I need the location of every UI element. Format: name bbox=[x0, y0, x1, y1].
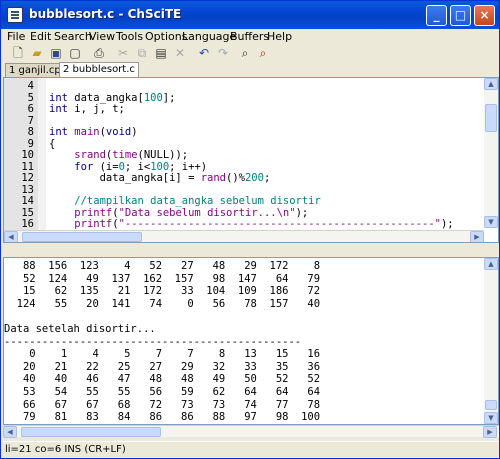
close-window-button[interactable]: × bbox=[474, 5, 495, 26]
editor-horizontal-scrollbar[interactable]: ◀ ▶ bbox=[4, 230, 484, 242]
undo-icon[interactable]: ↶ bbox=[195, 45, 213, 62]
open-folder-icon[interactable]: ▰ bbox=[28, 45, 46, 62]
scroll-down-arrow[interactable]: ▼ bbox=[484, 412, 498, 424]
output-line: 53 54 55 55 56 59 62 64 64 64 bbox=[4, 386, 321, 398]
output-line: Data setelah disortir... bbox=[4, 323, 156, 335]
output-hscroll-thumb[interactable] bbox=[21, 427, 161, 437]
menu-view[interactable]: View bbox=[89, 30, 115, 43]
toolbar: 🗋 ▰ ▣ ▢ ⎙ ✂ ⧉ ▤ ✕ ↶ ↷ ⌕ ⌕ bbox=[1, 45, 499, 63]
editor-vertical-scrollbar[interactable]: ▲ ▼ bbox=[484, 78, 498, 228]
menu-file[interactable]: File bbox=[7, 30, 25, 43]
scroll-right-arrow[interactable]: ▶ bbox=[483, 426, 497, 438]
output-vertical-scrollbar[interactable]: ▲ ▼ bbox=[484, 258, 498, 424]
maximize-button[interactable]: □ bbox=[450, 5, 471, 26]
scroll-up-arrow[interactable]: ▲ bbox=[484, 78, 498, 90]
app-window: bubblesort.c - ChSciTE _ □ × File Edit S… bbox=[0, 0, 500, 459]
scroll-left-arrow[interactable]: ◀ bbox=[4, 231, 18, 242]
output-line: 52 124 49 137 162 157 98 147 64 79 bbox=[4, 272, 321, 285]
output-line: ----------------------------------------… bbox=[4, 335, 302, 348]
scroll-down-arrow[interactable]: ▼ bbox=[484, 216, 498, 228]
menu-bar: File Edit Search View Tools Options Lang… bbox=[1, 29, 499, 45]
minimize-button[interactable]: _ bbox=[426, 5, 447, 26]
new-file-icon[interactable]: 🗋 bbox=[9, 45, 27, 62]
editor-scroll-thumb[interactable] bbox=[485, 104, 497, 132]
redo-icon[interactable]: ↷ bbox=[214, 45, 232, 62]
output-pane[interactable]: 88 156 123 4 52 27 48 29 172 8 52 124 49… bbox=[3, 257, 499, 425]
print-icon[interactable]: ⎙ bbox=[90, 45, 108, 62]
output-line: 88 156 123 4 52 27 48 29 172 8 bbox=[4, 260, 321, 272]
cut-icon[interactable]: ✂ bbox=[114, 45, 132, 62]
menu-tools[interactable]: Tools bbox=[116, 30, 143, 43]
status-text: li=21 co=6 INS (CR+LF) bbox=[5, 444, 126, 455]
output-line: 79 81 83 84 86 86 88 97 98 100 bbox=[4, 411, 321, 424]
title-bar[interactable]: bubblesort.c - ChSciTE _ □ × bbox=[1, 1, 499, 29]
output-line: 20 21 22 25 27 29 32 33 35 36 bbox=[4, 360, 321, 373]
save-icon[interactable]: ▣ bbox=[47, 45, 65, 62]
scroll-right-arrow[interactable]: ▶ bbox=[470, 231, 484, 242]
output-line: 0 1 4 5 7 7 8 13 15 16 bbox=[4, 348, 321, 361]
buffer-tabs: 1 ganjil.cpp 2 bubblesort.c bbox=[1, 62, 499, 77]
output-line: 66 67 67 68 72 73 73 74 77 78 bbox=[4, 398, 321, 411]
window-title: bubblesort.c - ChSciTE bbox=[29, 7, 182, 21]
output-line: 40 40 46 47 48 48 49 50 52 52 bbox=[4, 373, 321, 386]
scroll-up-arrow[interactable]: ▲ bbox=[484, 258, 498, 270]
scroll-left-arrow[interactable]: ◀ bbox=[3, 426, 17, 438]
output-scroll-thumb[interactable] bbox=[485, 400, 497, 410]
menu-search[interactable]: Search bbox=[54, 30, 92, 43]
replace-icon[interactable]: ⌕ bbox=[254, 45, 272, 62]
paste-icon[interactable]: ▤ bbox=[152, 45, 170, 62]
tab-bubblesort[interactable]: 2 bubblesort.c bbox=[59, 62, 139, 77]
delete-icon[interactable]: ✕ bbox=[171, 45, 189, 62]
close-file-icon[interactable]: ▢ bbox=[66, 45, 84, 62]
status-bar: li=21 co=6 INS (CR+LF) bbox=[1, 441, 499, 458]
menu-buffers[interactable]: Buffers bbox=[230, 30, 269, 43]
code-editor[interactable]: 4 5 int data_angka[100]; 6 int i, j, t; 7 8 int… bbox=[3, 77, 499, 243]
copy-icon[interactable]: ⧉ bbox=[133, 45, 151, 62]
output-line: 124 55 20 141 74 0 56 78 157 40 bbox=[4, 297, 321, 310]
find-icon[interactable]: ⌕ bbox=[236, 45, 254, 62]
app-icon[interactable] bbox=[7, 7, 23, 23]
editor-hscroll-thumb[interactable] bbox=[22, 232, 142, 242]
menu-edit[interactable]: Edit bbox=[30, 30, 51, 43]
menu-help[interactable]: Help bbox=[267, 30, 292, 43]
menu-language[interactable]: Language bbox=[182, 30, 236, 43]
output-horizontal-scrollbar[interactable]: ◀ ▶ bbox=[3, 425, 499, 438]
output-line: 15 62 135 21 172 33 104 109 186 72 bbox=[4, 285, 321, 298]
